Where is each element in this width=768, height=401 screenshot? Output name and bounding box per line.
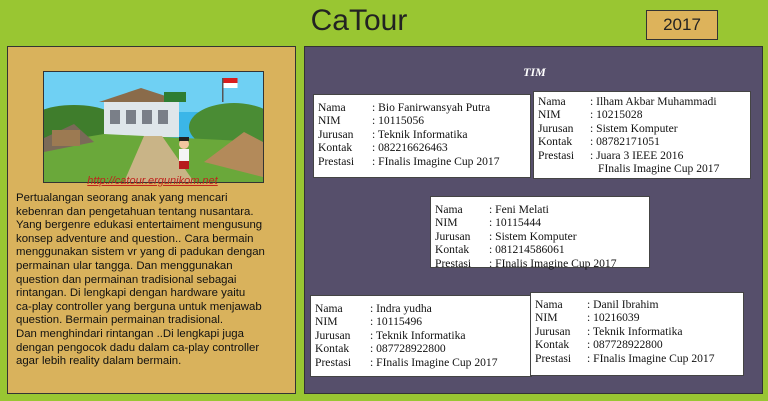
nim-label: NIM <box>318 114 341 128</box>
member-jurusan: : Sistem Komputer <box>489 229 577 243</box>
kontak-label: Kontak <box>535 338 570 352</box>
member-nim: : 10216039 <box>587 311 640 325</box>
prestasi-label: Prestasi <box>315 355 352 369</box>
game-description: Pertualangan seorang anak yang mencari k… <box>16 192 265 368</box>
member-kontak: : 087728922800 <box>587 338 663 352</box>
member-name: : Danil Ibrahim <box>587 298 659 311</box>
member-card: Nama : Bio Fanirwansyah Putra NIM : 101150… <box>313 94 531 178</box>
member-nim: : 10115056 <box>372 114 425 128</box>
member-prestasi-extra: FInalis Imagine Cup 2017 <box>598 162 720 176</box>
kontak-label: Kontak <box>538 135 573 149</box>
member-jurusan: : Teknik Informatika <box>587 324 683 338</box>
member-card: Nama : Indra yudha NIM : 10115496 Jurusan:… <box>310 295 532 377</box>
member-prestasi: : Juara 3 IEEE 2016 <box>590 148 684 162</box>
kontak-label: Kontak <box>435 243 470 257</box>
member-name: : Feni Melati <box>489 203 549 216</box>
member-name: : Ilham Akbar Muhammadi <box>590 95 717 108</box>
member-prestasi: : FInalis Imagine Cup 2017 <box>372 154 500 168</box>
website-link[interactable]: http://catour.ergunikom.net <box>8 175 297 187</box>
nim-label: NIM <box>538 108 561 122</box>
jurusan-label: Jurusan <box>538 121 574 135</box>
member-nim: : 10115444 <box>489 216 542 230</box>
member-jurusan: : Teknik Informatika <box>372 127 468 141</box>
app-title: CaTour <box>310 4 408 37</box>
member-prestasi: : FInalis Imagine Cup 2017 <box>587 351 715 365</box>
member-card: Nama : Feni Melati NIM : 10115444 Jurusan:… <box>430 196 650 270</box>
member-jurusan: : Teknik Informatika <box>370 328 466 342</box>
game-screenshot-image <box>43 71 264 183</box>
year-badge: 2017 <box>646 10 718 40</box>
prestasi-label: Prestasi <box>535 351 572 365</box>
prestasi-label: Prestasi <box>318 154 355 168</box>
member-kontak: : 08782171051 <box>590 135 660 149</box>
jurusan-label: Jurusan <box>318 127 354 141</box>
member-nim: : 10115496 <box>370 315 423 329</box>
jurusan-label: Jurusan <box>535 324 571 338</box>
nim-label: NIM <box>535 311 558 325</box>
name-label: Nama <box>318 101 346 114</box>
prestasi-label: Prestasi <box>538 148 575 162</box>
member-card: Nama : Ilham Akbar Muhammadi NIM : 1021502… <box>533 91 751 179</box>
member-jurusan: : Sistem Komputer <box>590 121 678 135</box>
name-label: Nama <box>435 203 463 216</box>
nim-label: NIM <box>315 315 338 329</box>
jurusan-label: Jurusan <box>435 229 471 243</box>
jurusan-label: Jurusan <box>315 328 351 342</box>
kontak-label: Kontak <box>315 342 350 356</box>
member-name: : Bio Fanirwansyah Putra <box>372 101 491 114</box>
team-panel: TIM Nama : Bio Fanirwansyah Putra NIM : 10… <box>304 46 763 394</box>
name-label: Nama <box>538 95 566 108</box>
prestasi-label: Prestasi <box>435 256 472 270</box>
member-prestasi: : FInalis Imagine Cup 2017 <box>370 355 498 369</box>
kontak-label: Kontak <box>318 141 353 155</box>
game-scene-illustration <box>44 72 263 182</box>
nim-label: NIM <box>435 216 458 230</box>
left-panel: http://catour.ergunikom.net Pertualangan… <box>7 46 296 394</box>
member-kontak: : 082216626463 <box>372 141 448 155</box>
member-card: Nama : Danil Ibrahim NIM : 10216039 Jurusa… <box>530 292 744 376</box>
member-kontak: : 081214586061 <box>489 243 565 257</box>
name-label: Nama <box>315 302 343 315</box>
name-label: Nama <box>535 298 563 311</box>
member-nim: : 10215028 <box>590 108 643 122</box>
member-name: : Indra yudha <box>370 302 432 315</box>
member-kontak: : 087728922800 <box>370 342 446 356</box>
team-heading: TIM <box>523 65 546 79</box>
member-prestasi: : FInalis Imagine Cup 2017 <box>489 256 617 270</box>
